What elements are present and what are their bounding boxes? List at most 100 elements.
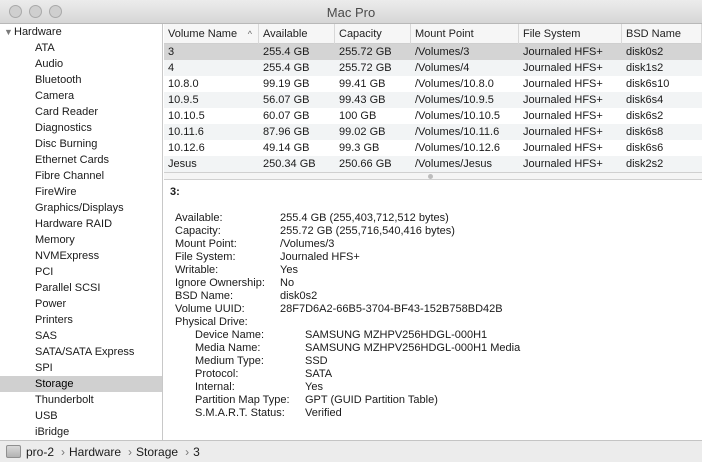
drive-icon: [6, 445, 21, 458]
detail-pane: 3: Available: 255.4 GB (255,403,712,512 b…: [164, 180, 702, 420]
table-cell: disk6s8: [626, 126, 664, 138]
property-label: S.M.A.R.T. Status:: [195, 407, 285, 419]
table-cell: disk6s4: [626, 94, 664, 106]
property-label: BSD Name:: [175, 290, 234, 302]
table-cell: 10.8.0: [168, 78, 199, 90]
sidebar-item-ethernet-cards[interactable]: Ethernet Cards: [0, 152, 162, 168]
sidebar-item-disc-burning[interactable]: Disc Burning: [0, 136, 162, 152]
disclosure-triangle-icon[interactable]: ▼: [4, 24, 14, 40]
sidebar-item-camera[interactable]: Camera: [0, 88, 162, 104]
sidebar-item-graphics-displays[interactable]: Graphics/Displays: [0, 200, 162, 216]
sidebar-item-thunderbolt[interactable]: Thunderbolt: [0, 392, 162, 408]
main-content: Volume Name ^ Available Capacity Mount Po…: [164, 24, 702, 440]
sidebar-item-firewire[interactable]: FireWire: [0, 184, 162, 200]
table-cell: /Volumes/10.8.0: [415, 78, 494, 90]
property-value: /Volumes/3: [280, 238, 335, 250]
table-row[interactable]: 10.10.5 60.07 GB 100 GB/Volumes/10.10.5 Jou…: [164, 108, 702, 124]
sidebar-item-usb[interactable]: USB: [0, 408, 162, 424]
split-view-divider[interactable]: [164, 172, 702, 180]
sidebar-item-sas[interactable]: SAS: [0, 328, 162, 344]
physical-drive-property-list: Device Name: SAMSUNG MZHPV256HDGL-000H1 Me…: [170, 329, 696, 420]
breadcrumb-item[interactable]: 3: [193, 445, 200, 459]
volume-table: 3 255.4 GB 255.72 GB/Volumes/3 Journaled HF…: [164, 44, 702, 172]
table-row[interactable]: 10.8.0 99.19 GB 99.41 GB/Volumes/10.8.0 Jou…: [164, 76, 702, 92]
property-label: Device Name:: [195, 329, 265, 341]
column-label: File System: [523, 28, 581, 40]
table-cell: Journaled HFS+: [523, 126, 603, 138]
sidebar-item-sata-sata-express[interactable]: SATA/SATA Express: [0, 344, 162, 360]
table-cell: 4: [168, 62, 175, 74]
sidebar-item-pci[interactable]: PCI: [0, 264, 162, 280]
sidebar-item-power[interactable]: Power: [0, 296, 162, 312]
table-row[interactable]: Jesus 250.34 GB 250.66 GB/Volumes/Jesus Jou…: [164, 156, 702, 172]
table-cell: /Volumes/10.12.6: [415, 142, 501, 154]
column-header-capacity[interactable]: Capacity: [335, 24, 411, 44]
column-header-volume-name[interactable]: Volume Name ^: [164, 24, 259, 44]
property-list: Available: 255.4 GB (255,403,712,512 byte…: [170, 212, 696, 329]
sidebar-item-ata[interactable]: ATA: [0, 40, 162, 56]
sidebar-item-hardware-raid[interactable]: Hardware RAID: [0, 216, 162, 232]
breadcrumb-item[interactable]: Hardware: [69, 445, 121, 459]
property-label: Medium Type:: [195, 355, 264, 367]
table-row[interactable]: 10.12.6 49.14 GB 99.3 GB/Volumes/10.12.6 Jo…: [164, 140, 702, 156]
property-row: Mount Point: /Volumes/3: [170, 238, 696, 251]
detail-title: 3:: [170, 186, 180, 198]
column-header-mount-point[interactable]: Mount Point: [411, 24, 519, 44]
breadcrumb-item[interactable]: pro-2: [26, 445, 54, 459]
table-row[interactable]: 3 255.4 GB 255.72 GB/Volumes/3 Journaled HF…: [164, 44, 702, 60]
table-cell: disk2s2: [626, 158, 664, 170]
chevron-right-icon: ›: [185, 444, 190, 459]
table-cell: 100 GB: [339, 110, 377, 122]
column-label: Mount Point: [415, 28, 474, 40]
property-label: Ignore Ownership:: [175, 277, 265, 289]
property-row: Volume UUID: 28F7D6A2-66B5-3704-BF43-152B…: [170, 303, 696, 316]
property-value: SATA: [305, 368, 333, 380]
column-header-bsd-name[interactable]: BSD Name: [622, 24, 702, 44]
table-row[interactable]: 10.11.6 87.96 GB 99.02 GB/Volumes/10.11.6 J…: [164, 124, 702, 140]
table-row[interactable]: 10.9.5 56.07 GB 99.43 GB/Volumes/10.9.5 Jou…: [164, 92, 702, 108]
table-cell: Journaled HFS+: [523, 158, 603, 170]
sidebar-item-spi[interactable]: SPI: [0, 360, 162, 376]
table-cell: 99.43 GB: [339, 94, 386, 106]
table-cell: 250.66 GB: [339, 158, 392, 170]
sidebar-item-ibridge[interactable]: iBridge: [0, 424, 162, 440]
sidebar-item-fibre-channel[interactable]: Fibre Channel: [0, 168, 162, 184]
property-row: Physical Drive:: [170, 316, 696, 329]
property-value: 255.72 GB (255,716,540,416 bytes): [280, 225, 455, 237]
table-cell: 10.10.5: [168, 110, 205, 122]
table-cell: 255.4 GB: [263, 62, 310, 74]
table-cell: /Volumes/10.9.5: [415, 94, 494, 106]
table-cell: 255.72 GB: [339, 46, 392, 58]
property-row: Ignore Ownership: No: [170, 277, 696, 290]
property-label: Mount Point:: [175, 238, 237, 250]
table-cell: Journaled HFS+: [523, 142, 603, 154]
sidebar-item-bluetooth[interactable]: Bluetooth: [0, 72, 162, 88]
divider-handle-icon[interactable]: [428, 174, 433, 179]
sidebar-item-memory[interactable]: Memory: [0, 232, 162, 248]
column-header-file-system[interactable]: File System: [519, 24, 622, 44]
property-value: GPT (GUID Partition Table): [305, 394, 438, 406]
system-information-window: Mac Pro ▼Hardware ATA Audio Bluetooth Camer…: [0, 0, 702, 462]
property-label: Physical Drive:: [175, 316, 248, 328]
table-cell: disk0s2: [626, 46, 664, 58]
table-cell: disk6s2: [626, 110, 664, 122]
property-label: Protocol:: [195, 368, 239, 380]
sidebar-item-printers[interactable]: Printers: [0, 312, 162, 328]
property-value: 28F7D6A2-66B5-3704-BF43-152B758BD42B: [280, 303, 503, 315]
column-label: BSD Name: [626, 28, 682, 40]
sidebar-item-storage[interactable]: Storage: [0, 376, 162, 392]
sidebar-item-parallel-scsi[interactable]: Parallel SCSI: [0, 280, 162, 296]
breadcrumb: pro-2 › Hardware › Storage › 3: [26, 445, 200, 459]
sidebar-item-audio[interactable]: Audio: [0, 56, 162, 72]
sidebar-item-card-reader[interactable]: Card Reader: [0, 104, 162, 120]
table-cell: 99.3 GB: [339, 142, 380, 154]
property-label: Capacity:: [175, 225, 221, 237]
column-header-available[interactable]: Available: [259, 24, 335, 44]
sidebar-item-diagnostics[interactable]: Diagnostics: [0, 120, 162, 136]
table-row[interactable]: 4 255.4 GB 255.72 GB/Volumes/4 Journaled HF…: [164, 60, 702, 76]
breadcrumb-item[interactable]: Storage: [136, 445, 178, 459]
property-value: Yes: [305, 381, 323, 393]
sidebar-item-nvmexpress[interactable]: NVMExpress: [0, 248, 162, 264]
column-label: Available: [263, 28, 308, 40]
sidebar-section-hardware[interactable]: ▼Hardware: [0, 24, 162, 40]
